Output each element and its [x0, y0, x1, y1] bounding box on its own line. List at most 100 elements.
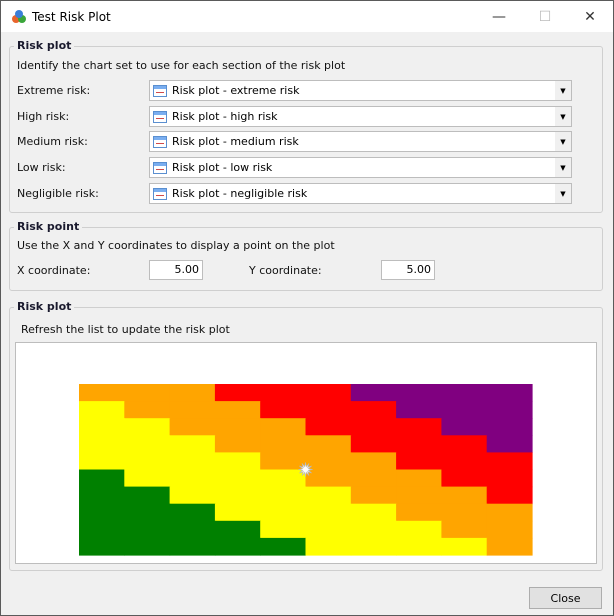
risk-cell — [305, 503, 352, 522]
section-description: Identify the chart set to use for each s… — [17, 59, 346, 72]
risk-cell — [124, 520, 171, 539]
risk-cell — [79, 435, 125, 453]
risk-cell — [350, 469, 397, 488]
chart-set-dropdown[interactable]: Risk plot - low risk ▼ — [149, 157, 572, 178]
risk-cell — [441, 537, 488, 556]
risk-cell — [396, 503, 442, 522]
risk-cell — [305, 418, 352, 436]
chevron-down-icon[interactable]: ▼ — [555, 132, 571, 151]
risk-cell — [214, 503, 261, 522]
risk-cell — [441, 384, 488, 402]
chart-icon — [153, 187, 167, 200]
risk-level-label: Low risk: — [17, 161, 66, 174]
risk-cell — [486, 520, 533, 539]
chart-set-dropdown[interactable]: Risk plot - extreme risk ▼ — [149, 80, 572, 101]
risk-cell — [260, 401, 307, 419]
risk-cell — [260, 452, 307, 471]
risk-cell — [396, 452, 442, 471]
chevron-down-icon[interactable]: ▼ — [555, 184, 571, 203]
risk-cell — [486, 384, 533, 402]
risk-cell — [441, 469, 488, 488]
chart-icon — [153, 135, 167, 148]
risk-cell — [396, 418, 442, 436]
dropdown-value: Risk plot - high risk — [172, 110, 278, 123]
risk-cell — [79, 520, 125, 539]
risk-cell — [214, 520, 261, 539]
chart-icon — [153, 110, 167, 123]
risk-level-label: Extreme risk: — [17, 84, 91, 97]
risk-cell — [305, 452, 352, 471]
risk-cell — [169, 469, 216, 488]
risk-cell — [350, 435, 397, 453]
risk-cell — [260, 520, 307, 539]
risk-cell — [214, 486, 261, 505]
risk-cell — [486, 418, 533, 436]
risk-cell — [124, 486, 171, 505]
section-description: Use the X and Y coordinates to display a… — [17, 239, 335, 252]
risk-cell — [169, 452, 216, 471]
risk-cell — [396, 435, 442, 453]
risk-cell — [169, 435, 216, 453]
x-coordinate-input[interactable]: 5.00 — [149, 260, 203, 280]
group-legend: Risk plot — [14, 300, 75, 313]
risk-cell — [214, 537, 261, 556]
risk-cell — [486, 469, 533, 488]
chart-set-dropdown[interactable]: Risk plot - negligible risk ▼ — [149, 183, 572, 204]
risk-cell — [350, 418, 397, 436]
y-coordinate-input[interactable]: 5.00 — [381, 260, 435, 280]
risk-cell — [79, 384, 125, 402]
dropdown-value: Risk plot - medium risk — [172, 135, 299, 148]
risk-cell — [169, 384, 216, 402]
risk-cell — [124, 435, 171, 453]
risk-cell — [350, 384, 397, 402]
maximize-button[interactable]: ☐ — [522, 1, 568, 32]
risk-cell — [486, 435, 533, 453]
risk-cell — [260, 503, 307, 522]
chevron-down-icon[interactable]: ▼ — [555, 81, 571, 100]
risk-cell — [396, 486, 442, 505]
risk-cell — [486, 503, 533, 522]
risk-cell — [305, 537, 352, 556]
risk-cell — [350, 503, 397, 522]
risk-cell — [350, 452, 397, 471]
risk-cell — [486, 537, 533, 556]
risk-cell — [79, 401, 125, 419]
risk-cell — [124, 469, 171, 488]
risk-cell — [214, 401, 261, 419]
risk-cell — [441, 503, 488, 522]
risk-cell — [396, 384, 442, 402]
group-legend: Risk point — [14, 220, 83, 233]
risk-cell — [305, 435, 352, 453]
risk-cell — [260, 469, 307, 488]
risk-cell — [396, 469, 442, 488]
risk-cell — [260, 435, 307, 453]
chevron-down-icon[interactable]: ▼ — [555, 158, 571, 177]
dialog-window: Test Risk Plot — ☐ ✕ Risk plot Identify … — [0, 0, 614, 616]
risk-cell — [260, 384, 307, 402]
risk-cell — [214, 384, 261, 402]
risk-cell — [486, 486, 533, 505]
risk-cell — [124, 384, 171, 402]
y-coordinate-label: Y coordinate: — [249, 264, 322, 277]
risk-cell — [169, 520, 216, 539]
risk-cell — [350, 537, 397, 556]
risk-cell — [260, 418, 307, 436]
risk-cell — [305, 520, 352, 539]
risk-cell — [396, 520, 442, 539]
dropdown-value: Risk plot - extreme risk — [172, 84, 300, 97]
chevron-down-icon[interactable]: ▼ — [555, 107, 571, 126]
risk-cell — [79, 503, 125, 522]
chart-set-dropdown[interactable]: Risk plot - high risk ▼ — [149, 106, 572, 127]
risk-cell — [214, 435, 261, 453]
risk-cell — [441, 520, 488, 539]
risk-plot-chart — [79, 384, 533, 556]
chart-set-dropdown[interactable]: Risk plot - medium risk ▼ — [149, 131, 572, 152]
close-window-button[interactable]: ✕ — [567, 1, 613, 32]
risk-cell — [124, 418, 171, 436]
dropdown-value: Risk plot - negligible risk — [172, 187, 308, 200]
risk-cell — [124, 452, 171, 471]
minimize-button[interactable]: — — [476, 1, 522, 32]
risk-cell — [214, 469, 261, 488]
close-button[interactable]: Close — [529, 587, 602, 609]
risk-cell — [169, 503, 216, 522]
